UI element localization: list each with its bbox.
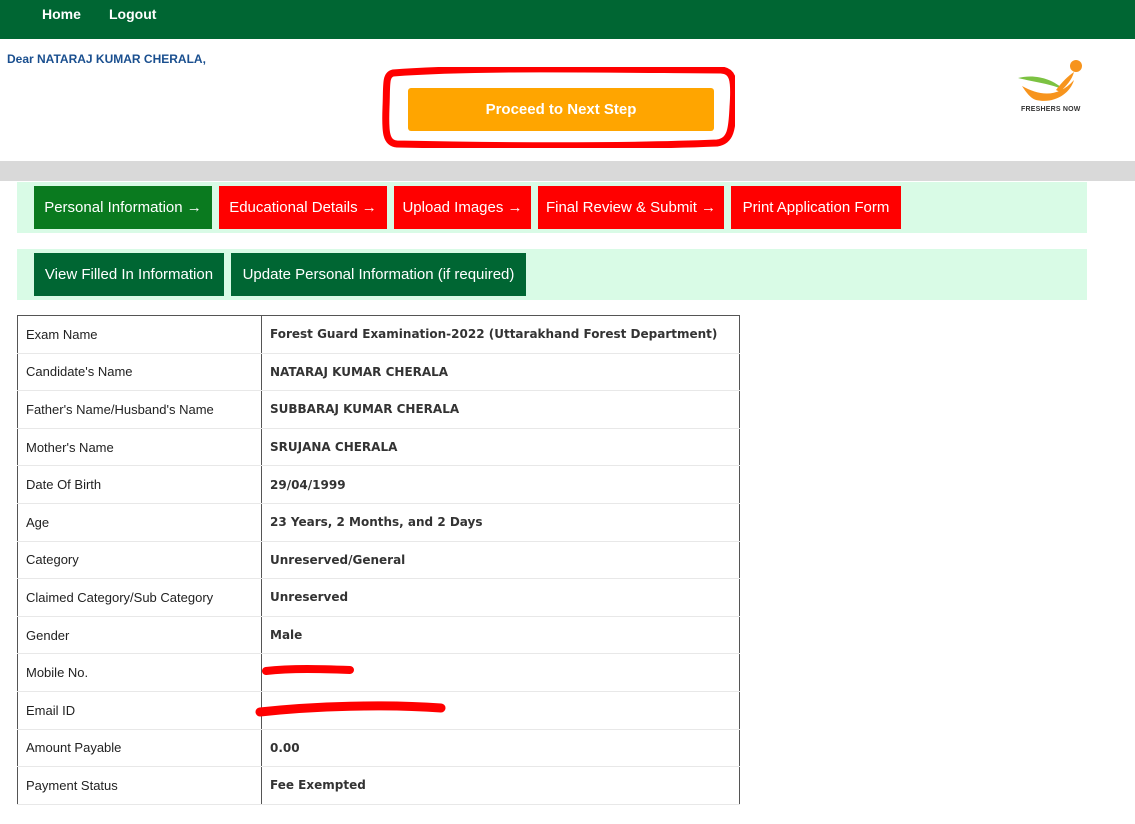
update-personal-info-button[interactable]: Update Personal Information (if required… (231, 253, 526, 296)
table-row: Mobile No. (17, 653, 740, 692)
field-label: Father's Name/Husband's Name (17, 390, 262, 429)
field-label: Payment Status (17, 766, 262, 805)
proceed-next-step-button[interactable]: Proceed to Next Step (408, 88, 714, 131)
field-label: Mobile No. (17, 653, 262, 692)
logout-link[interactable]: Logout (109, 6, 156, 22)
field-label: Age (17, 503, 262, 542)
table-row: Date Of Birth 29/04/1999 (17, 465, 740, 504)
greeting-text: Dear NATARAJ KUMAR CHERALA, (7, 52, 206, 66)
field-value: 0.00 (261, 729, 740, 768)
table-row: Age 23 Years, 2 Months, and 2 Days (17, 503, 740, 542)
divider-strip (0, 161, 1135, 181)
table-row: Father's Name/Husband's Name SUBBARAJ KUM… (17, 390, 740, 429)
field-value: SUBBARAJ KUMAR CHERALA (261, 390, 740, 429)
sub-actions-bar: View Filled In Information Update Person… (17, 249, 1087, 300)
step-final-review-submit[interactable]: Final Review & Submit → (538, 186, 724, 229)
field-label: Date Of Birth (17, 465, 262, 504)
field-label: Mother's Name (17, 428, 262, 467)
table-row: Gender Male (17, 616, 740, 655)
field-label: Category (17, 541, 262, 580)
table-row: Payment Status Fee Exempted (17, 766, 740, 805)
field-value: NATARAJ KUMAR CHERALA (261, 353, 740, 392)
step-upload-images[interactable]: Upload Images → (394, 186, 531, 229)
field-value (261, 653, 740, 692)
field-value: Unreserved (261, 578, 740, 617)
field-value: Fee Exempted (261, 766, 740, 805)
field-value: 23 Years, 2 Months, and 2 Days (261, 503, 740, 542)
candidate-details-table: Exam Name Forest Guard Examination-2022 (… (17, 315, 740, 805)
logo-text: FRESHERS NOW (1021, 106, 1081, 113)
step-print-application-form[interactable]: Print Application Form (731, 186, 901, 229)
table-row: Exam Name Forest Guard Examination-2022 (… (17, 315, 740, 354)
field-value: SRUJANA CHERALA (261, 428, 740, 467)
table-row: Email ID (17, 691, 740, 730)
application-steps-bar: Personal Information → Educational Detai… (17, 182, 1087, 233)
field-value (261, 691, 740, 730)
table-row: Amount Payable 0.00 (17, 729, 740, 768)
home-link[interactable]: Home (42, 6, 81, 22)
step-educational-details[interactable]: Educational Details → (219, 186, 387, 229)
field-label: Exam Name (17, 315, 262, 354)
field-label: Gender (17, 616, 262, 655)
table-row: Claimed Category/Sub Category Unreserved (17, 578, 740, 617)
step-personal-information[interactable]: Personal Information → (34, 186, 212, 229)
field-label: Email ID (17, 691, 262, 730)
top-nav-bar: Home Logout (0, 0, 1135, 39)
field-value: Forest Guard Examination-2022 (Uttarakha… (261, 315, 740, 354)
field-value: Male (261, 616, 740, 655)
field-value: 29/04/1999 (261, 465, 740, 504)
table-row: Category Unreserved/General (17, 541, 740, 580)
view-filled-info-button[interactable]: View Filled In Information (34, 253, 224, 296)
field-label: Candidate's Name (17, 353, 262, 392)
field-label: Amount Payable (17, 729, 262, 768)
table-row: Candidate's Name NATARAJ KUMAR CHERALA (17, 353, 740, 392)
field-value: Unreserved/General (261, 541, 740, 580)
field-label: Claimed Category/Sub Category (17, 578, 262, 617)
table-row: Mother's Name SRUJANA CHERALA (17, 428, 740, 467)
